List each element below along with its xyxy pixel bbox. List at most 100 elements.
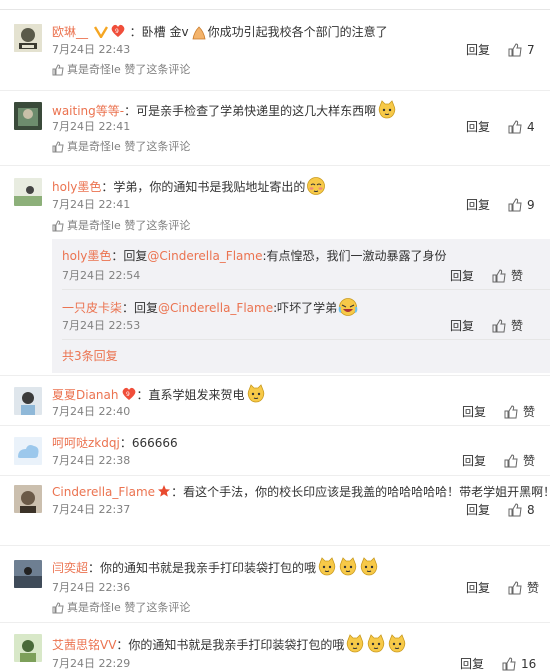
mention-link[interactable]: @Cinderella_Flame xyxy=(158,301,273,315)
thumbs-up-icon xyxy=(52,64,64,76)
reply-time: 7月24日 22:53 xyxy=(62,319,141,332)
avatar-image xyxy=(14,485,42,513)
avatar[interactable] xyxy=(14,634,42,662)
liked-by-note: 真是奇怪le 赞了这条评论 xyxy=(52,140,190,154)
like-label: 赞 xyxy=(523,454,536,468)
comment-time: 7月24日 22:29 xyxy=(52,657,131,670)
thumbs-up-icon xyxy=(508,43,522,57)
avatar[interactable] xyxy=(14,437,42,465)
username[interactable]: holy墨色 xyxy=(62,249,111,263)
like-button[interactable]: 赞 xyxy=(504,453,535,469)
reply-button[interactable]: 回复 xyxy=(466,119,490,135)
divider xyxy=(62,339,550,340)
username[interactable]: Cinderella_Flame xyxy=(52,485,155,499)
like-label: 赞 xyxy=(511,319,524,333)
like-button[interactable]: 4 xyxy=(508,119,535,135)
comment-time: 7月24日 22:41 xyxy=(52,120,131,133)
like-button[interactable]: 赞 xyxy=(508,580,539,596)
avatar[interactable] xyxy=(14,24,42,52)
avatar[interactable] xyxy=(14,387,42,415)
thumbs-up-icon xyxy=(52,220,64,232)
avatar-image xyxy=(14,102,42,130)
username[interactable]: 呵呵哒zkdqj xyxy=(52,436,120,450)
avatar[interactable] xyxy=(14,102,42,130)
avatar[interactable] xyxy=(14,485,42,513)
svg-text:9: 9 xyxy=(115,28,119,35)
like-button[interactable]: 8 xyxy=(508,502,535,518)
like-button[interactable]: 9 xyxy=(508,197,535,213)
cat-emoji-icon xyxy=(377,100,397,125)
username[interactable]: holy墨色 xyxy=(52,180,101,194)
sub-reply-item: 一只皮卡柒：回复@Cinderella_Flame:吓坏了学弟 7月24日 22… xyxy=(52,289,550,339)
comment-time: 7月24日 22:41 xyxy=(52,198,131,211)
like-label: 赞 xyxy=(511,269,524,283)
username[interactable]: 闫奕超 xyxy=(52,561,88,575)
heart-level-icon: 9 xyxy=(110,24,126,43)
like-count: 16 xyxy=(521,657,537,671)
reply-time: 7月24日 22:54 xyxy=(62,269,141,282)
comment-text: ：直系学姐发来贺电 xyxy=(136,388,245,402)
thumbs-up-icon xyxy=(502,657,516,671)
thumbs-up-icon xyxy=(508,198,522,212)
like-button[interactable]: 赞 xyxy=(504,404,535,420)
reply-button[interactable]: 回复 xyxy=(466,197,490,213)
comment-text: ：看这个手法，你的校长印应该是我盖的哈哈哈哈哈！带老学姐开黑啊！ xyxy=(171,485,550,499)
cat-emoji-icon xyxy=(387,634,407,659)
avatar-image xyxy=(14,437,42,465)
reply-button[interactable]: 回复 xyxy=(462,453,486,469)
shy-face-emoji-icon xyxy=(306,176,326,201)
avatar[interactable] xyxy=(14,178,42,206)
like-count: 9 xyxy=(527,198,535,212)
like-button[interactable]: 赞 xyxy=(492,268,523,284)
comment-item: Cinderella_Flame ：看这个手法，你的校长印应该是我盖的哈哈哈哈哈！… xyxy=(0,475,550,530)
comment-time: 7月24日 22:43 xyxy=(52,43,131,56)
more-replies-link[interactable]: 共3条回复 xyxy=(62,348,118,364)
like-button[interactable]: 7 xyxy=(508,42,535,58)
username[interactable]: 欧琳__ xyxy=(52,25,88,39)
reply-text: :吓坏了学弟 xyxy=(273,301,338,315)
svg-text:9: 9 xyxy=(126,391,130,398)
laugh-cry-emoji-icon xyxy=(338,297,358,322)
cat-emoji-icon xyxy=(317,557,337,582)
reply-button[interactable]: 回复 xyxy=(466,502,490,518)
thumbs-up-icon xyxy=(508,120,522,134)
avatar-image xyxy=(14,560,42,588)
comment-text-continued: 你成功引起我校各个部门的注意了 xyxy=(207,25,388,39)
comment-text: ：你的通知书就是我亲手打印装袋打包的哦 xyxy=(116,638,345,652)
comment-item: waiting等等-：可是亲手检查了学弟快递里的这几大样东西啊 7月24日 22… xyxy=(0,90,550,165)
thumbs-up-icon xyxy=(504,405,518,419)
mention-link[interactable]: @Cinderella_Flame xyxy=(147,249,262,263)
reply-button[interactable]: 回复 xyxy=(460,656,484,672)
comment-time: 7月24日 22:40 xyxy=(52,405,131,418)
avatar-image xyxy=(14,178,42,206)
liked-by-text: 真是奇怪le 赞了这条评论 xyxy=(67,63,191,76)
like-button[interactable]: 16 xyxy=(502,656,536,672)
avatar-image xyxy=(14,634,42,662)
cat-emoji-icon xyxy=(366,634,386,659)
liked-by-text: 真是奇怪le 赞了这条评论 xyxy=(67,219,191,232)
liked-by-note: 真是奇怪le 赞了这条评论 xyxy=(52,219,190,233)
reply-prefix: ：回复 xyxy=(122,301,159,315)
like-label: 赞 xyxy=(527,581,540,595)
reply-button[interactable]: 回复 xyxy=(466,42,490,58)
avatar[interactable] xyxy=(14,560,42,588)
username[interactable]: 夏夏Dianah xyxy=(52,388,119,402)
like-count: 4 xyxy=(527,120,535,134)
liked-by-note: 真是奇怪le 赞了这条评论 xyxy=(52,601,190,615)
like-button[interactable]: 赞 xyxy=(492,318,523,334)
reply-button[interactable]: 回复 xyxy=(462,404,486,420)
username[interactable]: 一只皮卡柒 xyxy=(62,301,122,315)
cat-emoji-icon xyxy=(345,634,365,659)
username[interactable]: waiting等等- xyxy=(52,104,124,118)
heart-level-icon: 9 xyxy=(121,387,137,406)
like-count: 7 xyxy=(527,43,535,57)
thumbs-up-icon xyxy=(508,503,522,517)
divider xyxy=(62,289,550,290)
reply-button[interactable]: 回复 xyxy=(450,268,474,284)
reply-button[interactable]: 回复 xyxy=(450,318,474,334)
comment-text: ：卧槽 金v xyxy=(129,25,189,39)
top-divider xyxy=(0,0,550,10)
more-replies-row: 共3条回复 xyxy=(52,339,550,373)
username[interactable]: 艾茜思铭VV xyxy=(52,638,116,652)
reply-button[interactable]: 回复 xyxy=(466,580,490,596)
